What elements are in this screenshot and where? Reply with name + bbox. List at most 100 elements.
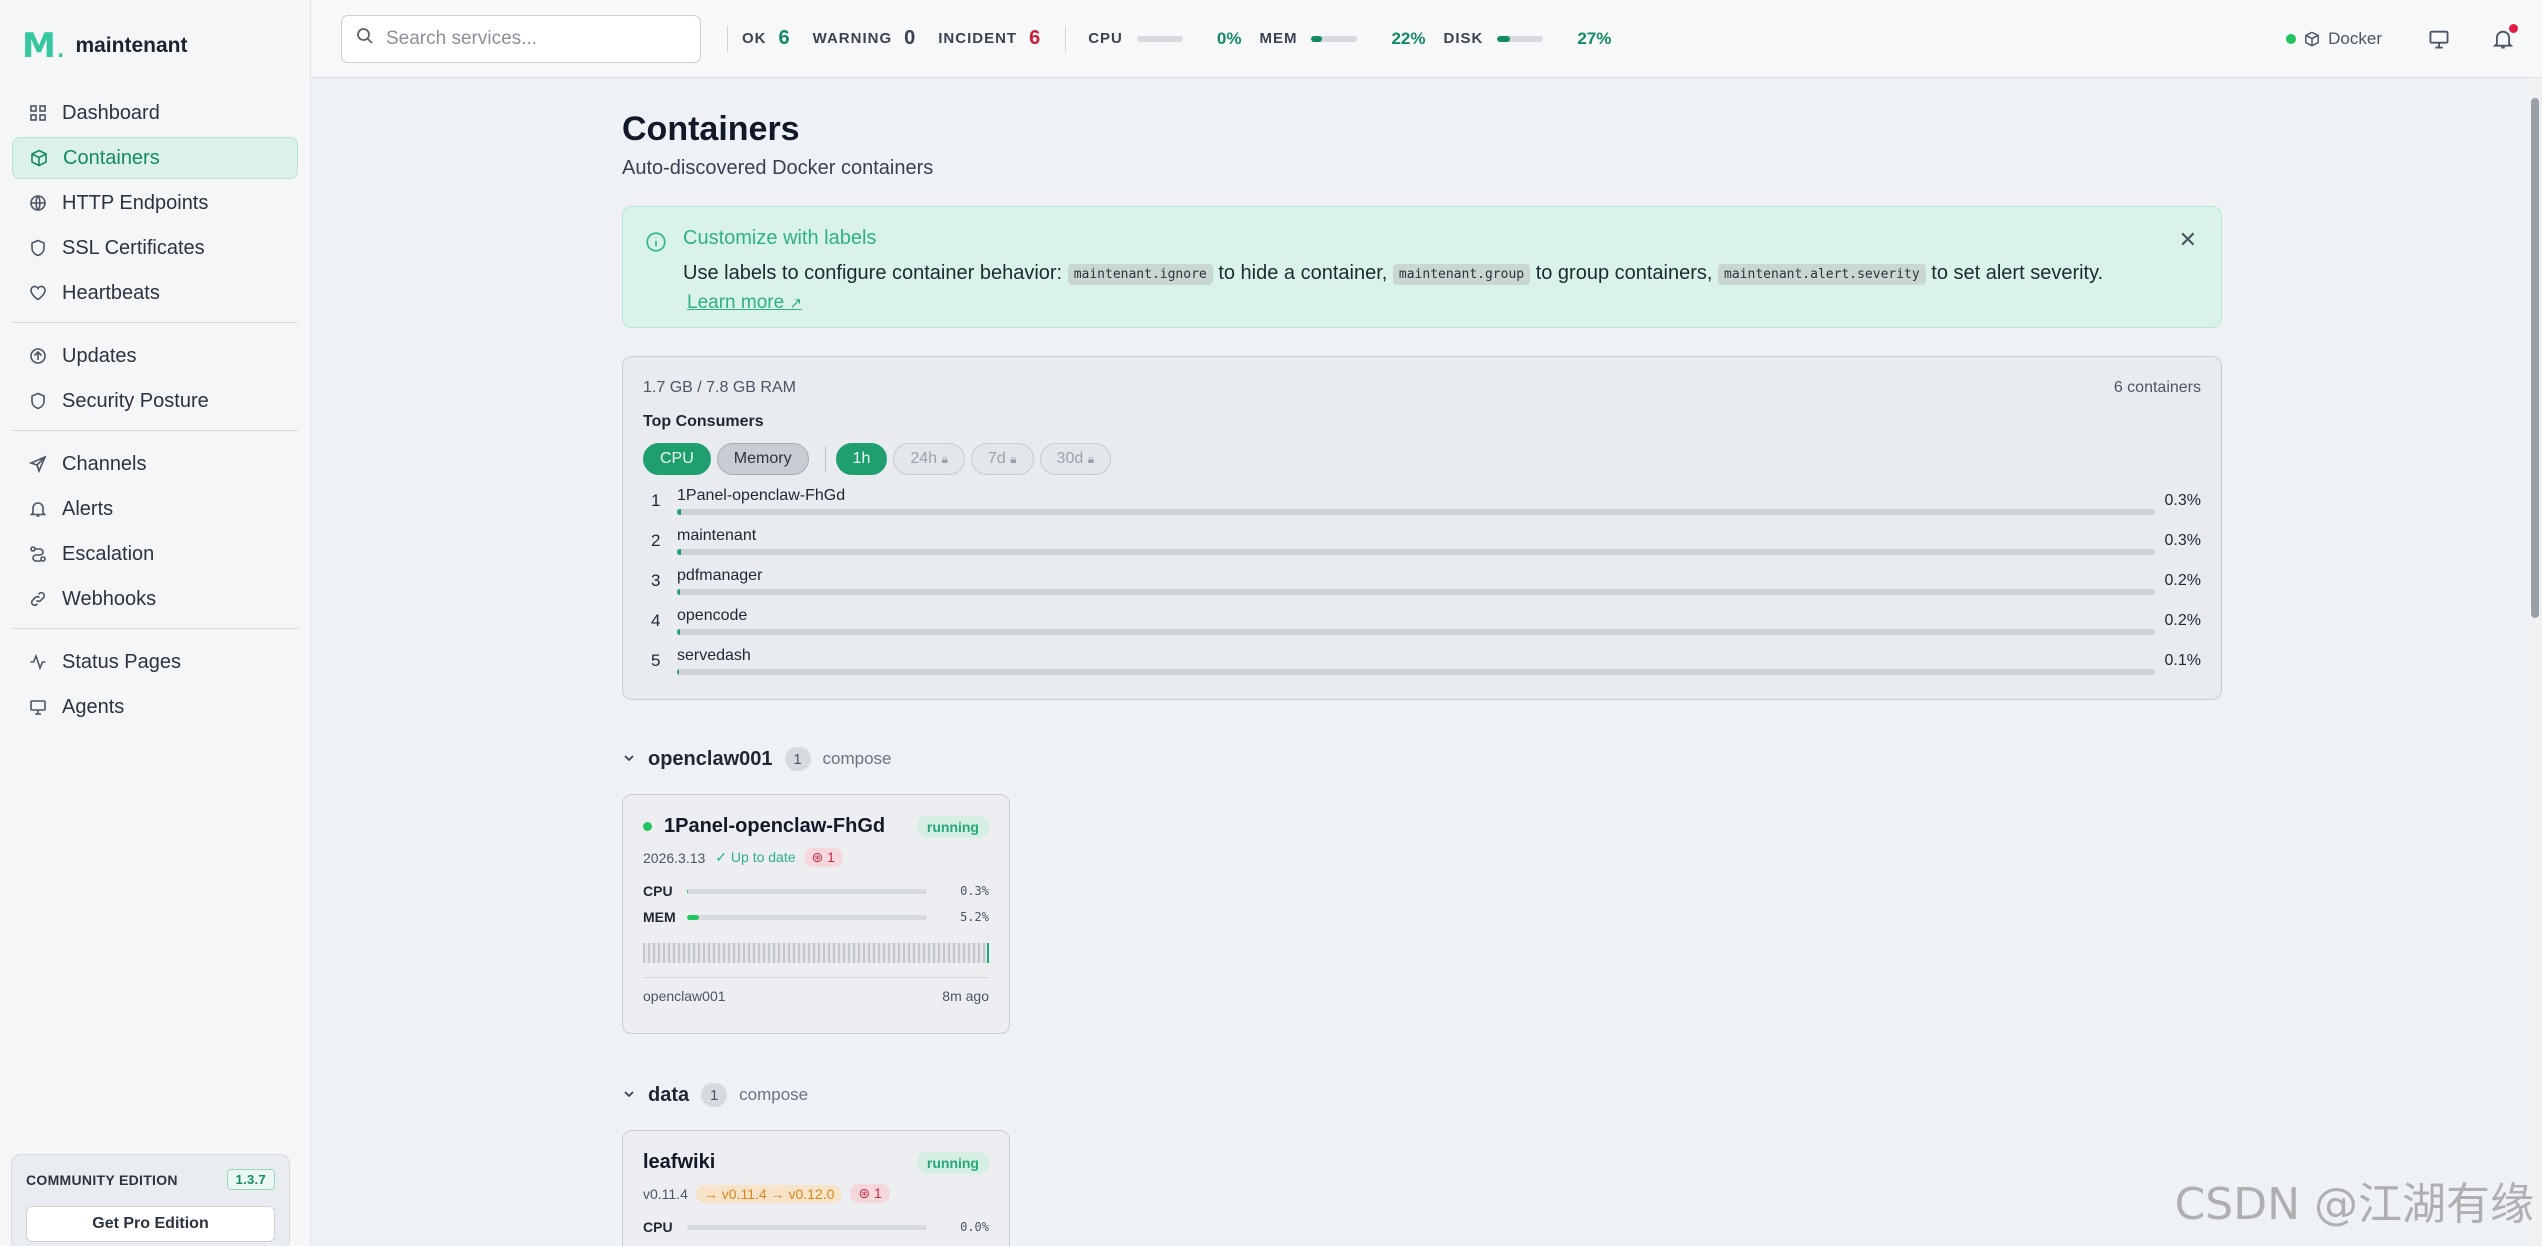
consumer-bar: [677, 509, 2155, 515]
incident-stat[interactable]: INCIDENT 6: [938, 27, 1041, 50]
consumer-name: maintenant: [677, 527, 757, 544]
sidebar-item-channels[interactable]: Channels: [12, 443, 298, 485]
scrollbar-thumb[interactable]: [2531, 98, 2539, 618]
close-icon[interactable]: ✕: [2179, 227, 2197, 253]
container-version: v0.11.4: [643, 1185, 688, 1202]
consumer-bar-fill: [677, 629, 680, 635]
consumer-bar-fill: [677, 509, 682, 515]
tab-cpu[interactable]: CPU: [643, 443, 711, 475]
sidebar-item-label: Webhooks: [62, 587, 157, 610]
consumer-row[interactable]: 4 opencode 0.2%: [643, 601, 2201, 641]
consumer-name: 1Panel-openclaw-FhGd: [677, 487, 846, 504]
sidebar-item-label: Channels: [62, 452, 147, 475]
code-group: maintenant.group: [1392, 264, 1531, 285]
info-icon: [645, 231, 667, 259]
vulnerability-count: 1: [874, 1185, 882, 1201]
consumer-bar-fill: [677, 669, 680, 675]
warning-stat[interactable]: WARNING 0: [813, 27, 917, 50]
ok-stat[interactable]: OK 6: [742, 27, 791, 50]
container-version: 2026.3.13: [643, 849, 706, 866]
mem-bar: [687, 914, 927, 920]
container-card[interactable]: 1Panel-openclaw-FhGd running 2026.3.13 ✓…: [622, 794, 1010, 1034]
consumer-rank: 1: [651, 491, 661, 510]
group-header[interactable]: data 1 compose: [622, 1080, 2222, 1110]
page-subtitle: Auto-discovered Docker containers: [622, 157, 934, 179]
sidebar-item-heartbeats[interactable]: Heartbeats: [12, 272, 298, 314]
sidebar-item-http-endpoints[interactable]: HTTP Endpoints: [12, 182, 298, 224]
mem-value: 5.2%: [960, 910, 989, 924]
sidebar-item-label: Heartbeats: [62, 281, 160, 304]
search-input[interactable]: Search services...: [341, 14, 701, 63]
consumer-bar-fill: [677, 549, 682, 555]
range-label: 7d: [987, 450, 1006, 467]
disk-label: DISK: [1443, 30, 1484, 47]
monitor-icon: [28, 697, 48, 717]
runtime-indicator[interactable]: Docker: [2286, 29, 2382, 49]
scrollbar[interactable]: [2528, 78, 2542, 1246]
range-30d[interactable]: 30d 🔒︎: [1039, 443, 1112, 475]
sidebar-divider: [12, 430, 298, 431]
search-placeholder: Search services...: [386, 27, 537, 49]
ram-usage: 1.7 GB / 7.8 GB RAM: [643, 379, 796, 396]
sidebar-item-label: Updates: [62, 344, 137, 367]
range-7d[interactable]: 7d 🔒︎: [970, 443, 1034, 475]
metric-label: MEM: [643, 909, 676, 925]
consumer-value: 0.2%: [2164, 612, 2201, 629]
sidebar-item-ssl-certificates[interactable]: SSL Certificates: [12, 227, 298, 269]
callout-title: Customize with labels: [683, 227, 877, 249]
warning-label: WARNING: [812, 30, 893, 47]
group-count: 1: [701, 1083, 728, 1107]
sidebar-item-status-pages[interactable]: Status Pages: [12, 641, 298, 683]
sidebar-item-webhooks[interactable]: Webhooks: [12, 578, 298, 620]
brand[interactable]: M . maintenant: [0, 0, 310, 92]
sidebar-item-dashboard[interactable]: Dashboard: [12, 92, 298, 134]
consumer-bar: [677, 629, 2155, 635]
card-group: openclaw001: [643, 988, 726, 1004]
sparkline-latest: [987, 943, 989, 963]
chevron-down-icon: [622, 1084, 638, 1107]
consumer-row[interactable]: 5 servedash 0.1%: [643, 641, 2201, 681]
consumer-name: servedash: [677, 647, 751, 664]
consumer-row[interactable]: 1 1Panel-openclaw-FhGd 0.3%: [643, 481, 2201, 521]
ok-count: 6: [778, 27, 791, 49]
learn-more-link[interactable]: Learn more ↗: [687, 292, 2221, 314]
cpu-metric: CPU 0.0%: [643, 1219, 989, 1235]
sidebar-item-containers[interactable]: Containers: [12, 137, 298, 179]
cpu-bar: [687, 888, 927, 894]
sidebar-item-alerts[interactable]: Alerts: [12, 488, 298, 530]
consumer-bar-fill: [677, 589, 680, 595]
tab-memory[interactable]: Memory: [716, 443, 809, 475]
bell-icon[interactable]: [2490, 24, 2518, 52]
nav-group-status: Status Pages Agents: [0, 641, 310, 728]
sidebar-item-label: Security Posture: [62, 389, 209, 412]
get-pro-button[interactable]: Get Pro Edition: [26, 1206, 275, 1242]
consumer-bar: [677, 589, 2155, 595]
consumer-row[interactable]: 3 pdfmanager 0.2%: [643, 561, 2201, 601]
group-name: data: [648, 1083, 690, 1106]
callout-text-4: to set alert severity.: [1931, 262, 2104, 284]
sidebar-item-updates[interactable]: Updates: [12, 335, 298, 377]
monitor-icon[interactable]: [2426, 26, 2452, 52]
sidebar-item-label: Status Pages: [62, 650, 181, 673]
range-1h[interactable]: 1h: [835, 443, 888, 475]
disk-bar: [1497, 35, 1544, 42]
arrow-up-circle-icon: [28, 346, 48, 366]
group-header[interactable]: openclaw001 1 compose: [622, 744, 2222, 774]
sidebar-item-agents[interactable]: Agents: [12, 686, 298, 728]
range-24h[interactable]: 24h 🔒︎: [893, 443, 965, 475]
update-available-badge[interactable]: → v0.11.4 → v0.12.0: [695, 1184, 843, 1203]
consumer-filters: CPU Memory 1h 24h 🔒︎ 7d 🔒︎ 30d 🔒︎: [643, 443, 2201, 475]
page-title: Containers: [622, 110, 800, 148]
bug-icon: ⊛: [858, 1185, 871, 1201]
divider: [727, 25, 728, 52]
vulnerability-badge[interactable]: ⊛ 1: [803, 848, 843, 867]
group-name: openclaw001: [648, 747, 773, 770]
sidebar-item-security-posture[interactable]: Security Posture: [12, 380, 298, 422]
sidebar-item-escalation[interactable]: Escalation: [12, 533, 298, 575]
edition-panel: COMMUNITY EDITION 1.3.7 Get Pro Edition: [11, 1154, 290, 1246]
container-card[interactable]: leafwiki running v0.11.4 → v0.11.4 → v0.…: [622, 1130, 1010, 1246]
consumer-row[interactable]: 2 maintenant 0.3%: [643, 521, 2201, 561]
vulnerability-badge[interactable]: ⊛ 1: [850, 1184, 890, 1203]
grid-icon: [28, 103, 48, 123]
code-severity: maintenant.alert.severity: [1718, 264, 1926, 285]
